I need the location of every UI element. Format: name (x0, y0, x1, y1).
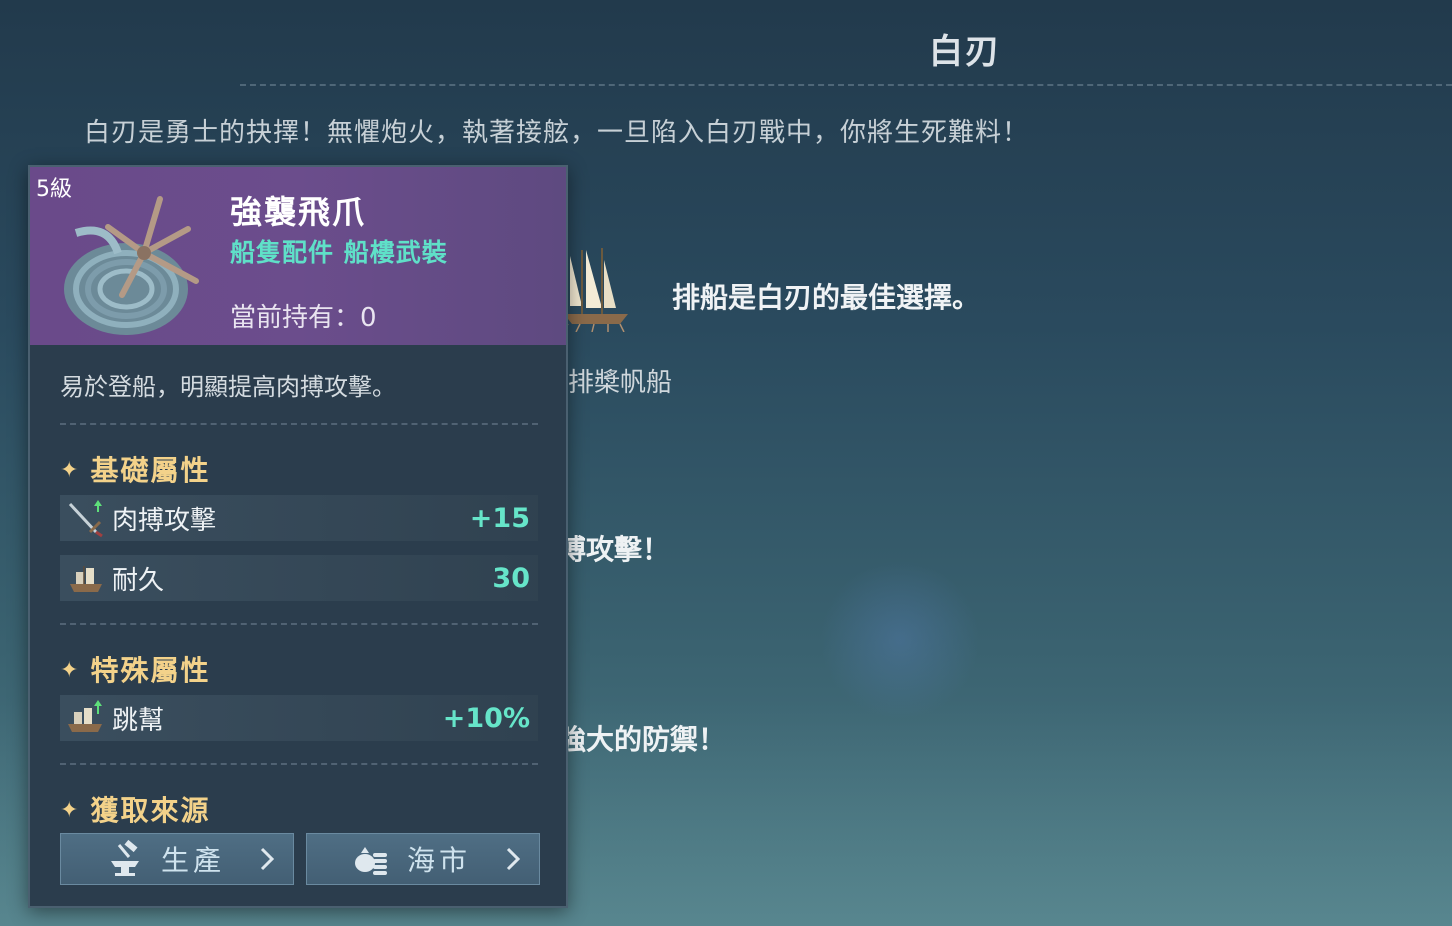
anvil-icon (111, 839, 139, 876)
source-title: ✦ 獲取來源 (60, 794, 211, 827)
stat-value: 30 (492, 562, 530, 594)
intro-text: 白刃是勇士的抉擇！無懼炮火，執著接舷，一旦陷入白刃戰中，你將生死難料！ (84, 118, 1030, 148)
star-icon: ✦ (60, 458, 81, 483)
star-icon: ✦ (60, 658, 81, 683)
item-name: 強襲飛爪 (230, 193, 367, 231)
item-header: 5級 強襲飛爪 船隻配件 船樓武裝 當前持有：0 (30, 167, 566, 345)
title-divider (240, 84, 1452, 86)
ship-icon (70, 566, 102, 592)
source-label: 生產 (161, 844, 226, 877)
section-divider (60, 623, 538, 625)
grappling-hook-icon (64, 196, 199, 335)
page-title: 白刃 (929, 32, 1001, 72)
stat-row-durability: 耐久 30 (60, 555, 538, 601)
galley-ship-icon[interactable] (560, 246, 632, 332)
item-owned-count: 當前持有：0 (230, 303, 377, 333)
stat-row-boarding: 跳幫 +10% (60, 695, 538, 741)
chevron-right-icon (260, 847, 275, 871)
section-divider (60, 763, 538, 765)
source-label: 海市 (407, 844, 472, 877)
source-production-button[interactable]: 生產 (60, 833, 294, 885)
ship-description: 排船是白刃的最佳選擇。 (672, 281, 981, 314)
light-glow (820, 560, 980, 720)
item-description: 易於登船，明顯提高肉搏攻擊。 (60, 373, 396, 401)
base-attributes-title: ✦ 基礎屬性 (60, 454, 211, 487)
ship-name-label: 排槳帆船 (568, 368, 673, 398)
stat-name: 肉搏攻擊 (112, 505, 217, 536)
item-tooltip-card: 5級 強襲飛爪 船隻配件 船樓武裝 當前持有：0 易於登船，明顯提高肉搏攻擊。 … (28, 165, 568, 908)
stat-value: +15 (469, 502, 530, 534)
item-type: 船隻配件 船樓武裝 (230, 238, 448, 267)
background-text-defense: 強大的防禦！ (558, 723, 727, 756)
section-divider (60, 423, 538, 425)
chevron-right-icon (506, 847, 521, 871)
stat-value: +10% (442, 702, 530, 734)
ship-icon (68, 700, 102, 732)
special-attributes-title: ✦ 特殊屬性 (60, 654, 211, 687)
coins-icon (355, 847, 387, 875)
stat-name: 耐久 (112, 565, 165, 596)
source-sea-market-button[interactable]: 海市 (306, 833, 540, 885)
star-icon: ✦ (60, 798, 81, 823)
stat-name: 跳幫 (112, 705, 165, 736)
stat-row-melee-attack: 肉搏攻擊 +15 (60, 495, 538, 541)
sword-icon (68, 500, 103, 538)
background-text-attack: 搏攻擊！ (558, 533, 671, 566)
